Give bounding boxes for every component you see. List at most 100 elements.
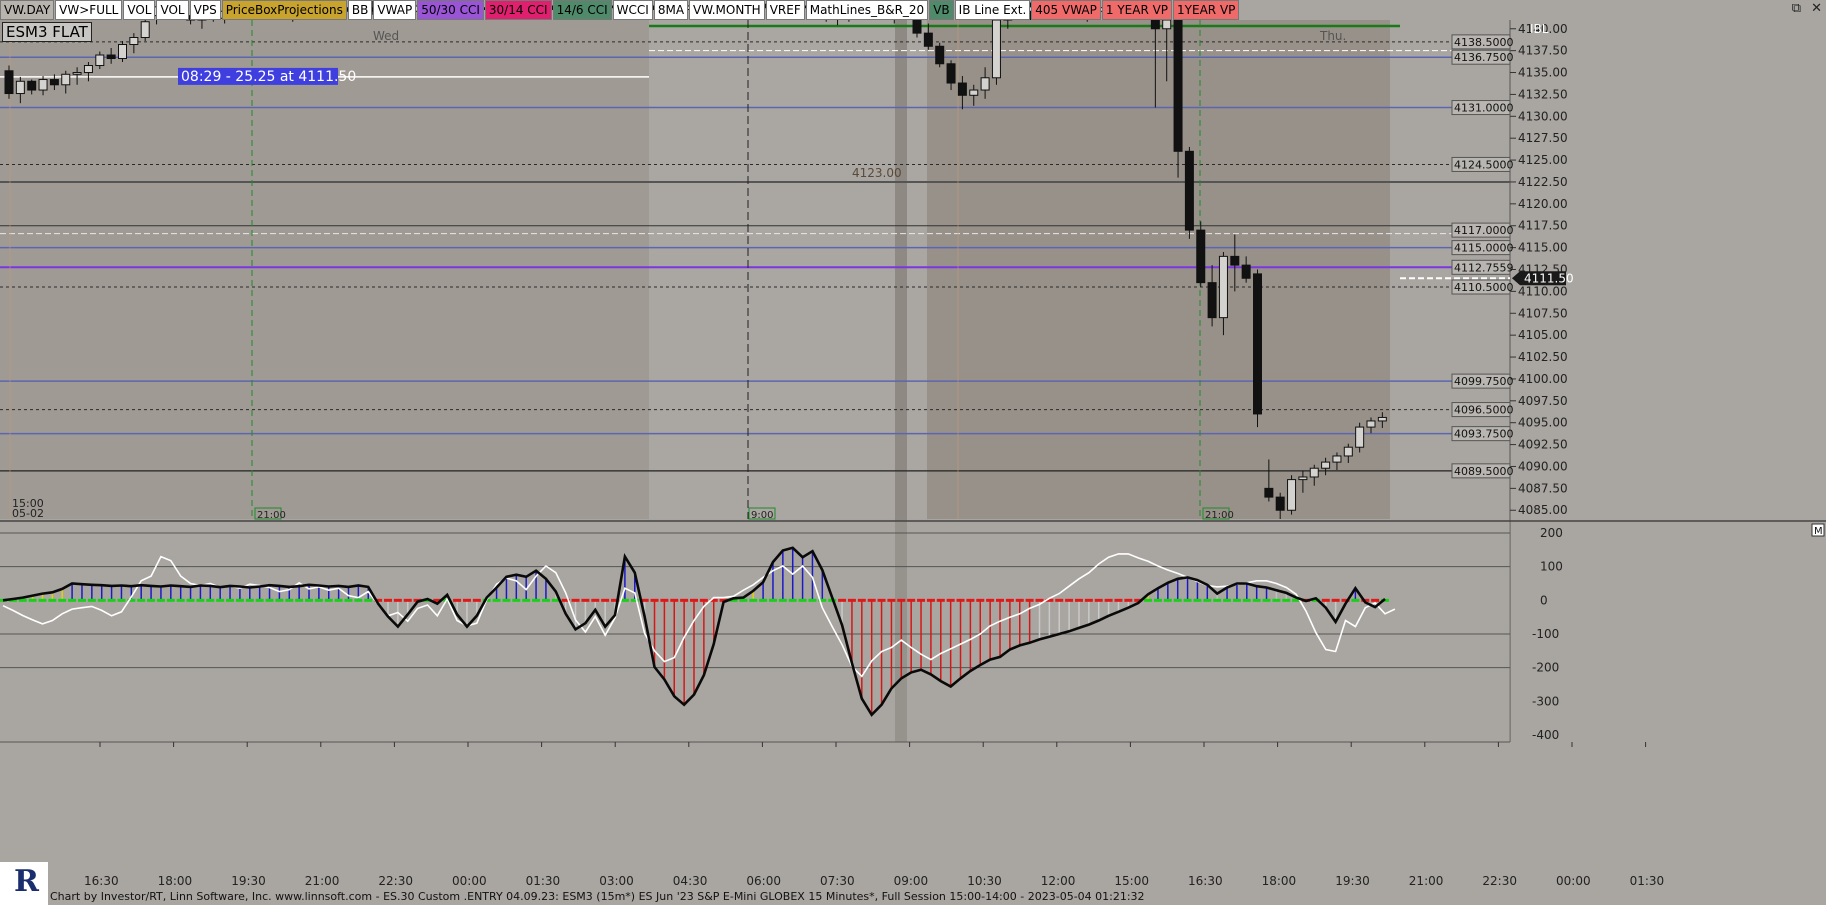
level-label: 4099.7500 (1454, 375, 1514, 388)
cci-zero-marker (847, 598, 856, 602)
candle-body (118, 44, 127, 60)
cci-zero-marker (1114, 598, 1123, 602)
toolbar-button-12[interactable]: 8MA (653, 0, 689, 20)
toolbar-button-1[interactable]: VW>FULL (55, 0, 123, 20)
cci-zero-marker (917, 598, 926, 602)
cci-zero-marker (38, 598, 47, 602)
cci-zero-marker (1232, 598, 1241, 602)
price-tick-label: 4087.50 (1518, 481, 1568, 495)
cci-zero-marker (275, 598, 284, 602)
linn-logo: R (0, 862, 48, 905)
close-window-icon[interactable]: ✕ (1811, 1, 1822, 16)
cci-zero-marker (1223, 598, 1232, 602)
cci-zero-marker (1094, 598, 1103, 602)
cci-zero-marker (235, 598, 244, 602)
cci-zero-marker (393, 598, 402, 602)
time-tick-label: 10:30 (967, 874, 1002, 888)
cci-zero-marker (660, 598, 669, 602)
toolbar-button-5[interactable]: PriceBoxProjections (221, 0, 347, 20)
cci-zero-marker (226, 598, 235, 602)
candle-body (1162, 19, 1172, 30)
toolbar-button-14[interactable]: VREF (765, 0, 805, 20)
toolbar-button-15[interactable]: MathLines_B&R_20 (805, 0, 929, 20)
cci-zero-marker (1351, 598, 1360, 602)
cci-zero-marker (986, 598, 995, 602)
cci-zero-marker (877, 598, 886, 602)
level-label: 4096.5000 (1454, 404, 1514, 417)
level-label: 4131.0000 (1454, 102, 1514, 115)
candle-body (4, 70, 14, 95)
time-tick-label: 01:30 (526, 874, 561, 888)
cci-tick-label: -300 (1532, 694, 1559, 708)
level-label: 4112.7559 (1454, 261, 1514, 274)
cci-zero-marker (571, 598, 580, 602)
toolbar-button-11[interactable]: WCCI (612, 0, 653, 20)
cci-zero-marker (907, 598, 916, 602)
candle-body (38, 79, 48, 91)
cci-zero-marker (1163, 598, 1172, 602)
time-tick-label: 07:30 (820, 874, 855, 888)
cci-zero-marker (532, 598, 541, 602)
cci-pane-bg (0, 521, 1510, 742)
candle-body (935, 45, 945, 65)
candle-body (1230, 255, 1240, 266)
candle-body (49, 79, 59, 86)
window-controls: ⧉ ✕ (1792, 1, 1822, 16)
candle-body (27, 80, 37, 91)
candle-body (1332, 455, 1342, 463)
candle-body (1343, 446, 1353, 457)
candle-body (1309, 467, 1319, 478)
price-tick-label: 4132.50 (1518, 87, 1568, 101)
candle-body (1196, 229, 1206, 284)
toolbar-button-10[interactable]: 14/6 CCI (552, 0, 612, 20)
candle-body (1377, 416, 1387, 422)
toolbar-button-2[interactable]: VOL (123, 0, 156, 20)
candle-body (1253, 273, 1262, 415)
toolbar-button-4[interactable]: VPS (189, 0, 221, 20)
candle-body (83, 65, 93, 74)
cci-zero-marker (759, 598, 768, 602)
candle-body (946, 63, 956, 84)
cci-zero-marker (581, 598, 590, 602)
cci-zero-marker (1084, 598, 1093, 602)
toolbar-button-17[interactable]: IB Line Ext. (954, 0, 1031, 20)
toolbar-button-0[interactable]: VW.DAY (0, 0, 55, 20)
price-tick-label: 4130.00 (1518, 109, 1568, 123)
restore-window-icon[interactable]: ⧉ (1792, 1, 1801, 16)
toolbar-button-3[interactable]: VOL (156, 0, 189, 20)
toolbar-button-20[interactable]: 1YEAR VP (1173, 0, 1240, 20)
candle-body (1184, 150, 1194, 231)
cci-zero-marker (976, 598, 985, 602)
cci-zero-marker (383, 598, 392, 602)
cci-zero-marker (245, 598, 254, 602)
globex-session-bg (927, 20, 1390, 519)
cci-zero-marker (1124, 598, 1133, 602)
toolbar-button-6[interactable]: BB (347, 0, 373, 20)
cci-zero-marker (620, 598, 629, 602)
time-tick-label: 12:00 (1041, 874, 1076, 888)
candle-body (140, 21, 150, 39)
cci-zero-marker (1262, 598, 1271, 602)
toolbar-button-19[interactable]: 1 YEAR VP (1101, 0, 1173, 20)
candle-body (1218, 255, 1228, 319)
cci-zero-marker (117, 598, 126, 602)
cci-zero-marker (403, 598, 412, 602)
toolbar-button-18[interactable]: 405 VWAP (1031, 0, 1101, 20)
cci-zero-marker (522, 598, 531, 602)
cci-zero-marker (996, 598, 1005, 602)
toolbar-button-7[interactable]: VWAP (373, 0, 417, 20)
candle-body (72, 72, 82, 75)
toolbar-button-16[interactable]: VB (929, 0, 954, 20)
cci-zero-marker (798, 598, 807, 602)
symbol-label[interactable]: ESM3 FLAT (2, 22, 92, 42)
toolbar-button-9[interactable]: 30/14 CCI (484, 0, 552, 20)
last-price-label: 4111.50 (1524, 271, 1574, 285)
toolbar-button-13[interactable]: VW.MONTH (689, 0, 765, 20)
cci-zero-marker (1242, 598, 1251, 602)
level-label: 4115.0000 (1454, 242, 1514, 255)
level-label: 4124.5000 (1454, 158, 1514, 171)
toolbar-button-8[interactable]: 50/30 CCI (417, 0, 484, 20)
cci-zero-marker (1173, 598, 1182, 602)
cci-zero-marker (285, 598, 294, 602)
cci-zero-marker (808, 598, 817, 602)
